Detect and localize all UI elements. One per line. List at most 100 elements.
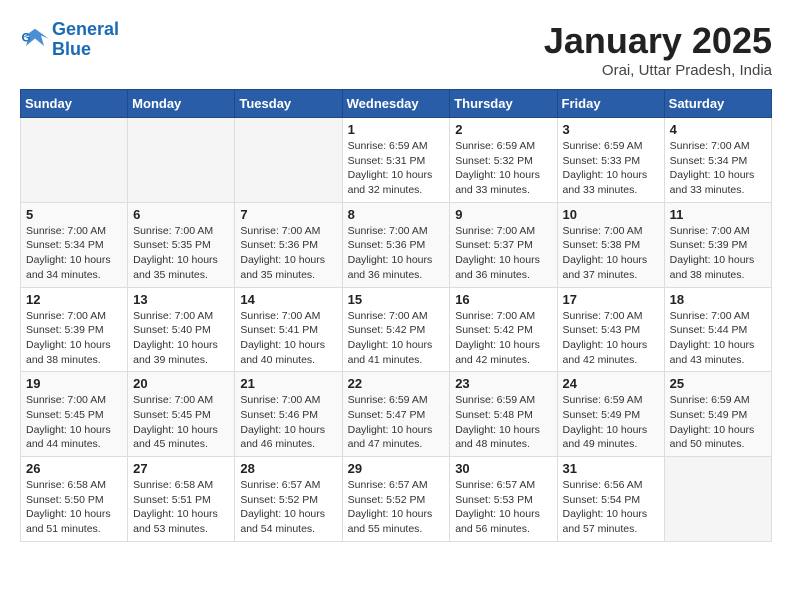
day-number: 4 <box>670 122 766 137</box>
calendar-empty-cell <box>128 118 235 203</box>
calendar-week-row: 19 Sunrise: 7:00 AM Sunset: 5:45 PM Dayli… <box>21 372 772 457</box>
day-info: Sunrise: 7:00 AM Sunset: 5:34 PM Dayligh… <box>26 224 122 283</box>
calendar-week-row: 5 Sunrise: 7:00 AM Sunset: 5:34 PM Daylig… <box>21 202 772 287</box>
day-info: Sunrise: 6:57 AM Sunset: 5:52 PM Dayligh… <box>240 478 336 537</box>
day-info: Sunrise: 6:59 AM Sunset: 5:32 PM Dayligh… <box>455 139 551 198</box>
calendar-day-2: 2 Sunrise: 6:59 AM Sunset: 5:32 PM Daylig… <box>450 118 557 203</box>
calendar-day-4: 4 Sunrise: 7:00 AM Sunset: 5:34 PM Daylig… <box>664 118 771 203</box>
day-info: Sunrise: 6:56 AM Sunset: 5:54 PM Dayligh… <box>563 478 659 537</box>
day-number: 26 <box>26 461 122 476</box>
calendar-day-25: 25Sunrise: 6:59 AM Sunset: 5:49 PM Dayli… <box>664 372 771 457</box>
day-info: Sunrise: 7:00 AM Sunset: 5:34 PM Dayligh… <box>670 139 766 198</box>
day-number: 12 <box>26 292 122 307</box>
calendar-table: SundayMondayTuesdayWednesdayThursdayFrid… <box>20 89 772 542</box>
calendar-day-21: 21 Sunrise: 7:00 AM Sunset: 5:46 PM Dayli… <box>235 372 342 457</box>
day-info: Sunrise: 7:00 AM Sunset: 5:46 PM Dayligh… <box>240 393 336 452</box>
day-info: Sunrise: 7:00 AM Sunset: 5:42 PM Dayligh… <box>455 309 551 368</box>
calendar-week-row: 1Sunrise: 6:59 AM Sunset: 5:31 PM Daylig… <box>21 118 772 203</box>
calendar-day-6: 6Sunrise: 7:00 AM Sunset: 5:35 PM Daylig… <box>128 202 235 287</box>
day-number: 8 <box>348 207 445 222</box>
calendar-day-23: 23Sunrise: 6:59 AM Sunset: 5:48 PM Dayli… <box>450 372 557 457</box>
calendar-day-15: 15 Sunrise: 7:00 AM Sunset: 5:42 PM Dayli… <box>342 287 450 372</box>
calendar-day-31: 31 Sunrise: 6:56 AM Sunset: 5:54 PM Dayli… <box>557 457 664 542</box>
weekday-header-monday: Monday <box>128 90 235 118</box>
logo-line2: Blue <box>52 39 91 59</box>
calendar-empty-cell <box>664 457 771 542</box>
day-number: 15 <box>348 292 445 307</box>
month-title: January 2025 <box>544 20 772 62</box>
calendar-day-10: 10 Sunrise: 7:00 AM Sunset: 5:38 PM Dayli… <box>557 202 664 287</box>
calendar-day-13: 13Sunrise: 7:00 AM Sunset: 5:40 PM Dayli… <box>128 287 235 372</box>
day-info: Sunrise: 7:00 AM Sunset: 5:45 PM Dayligh… <box>133 393 229 452</box>
day-number: 14 <box>240 292 336 307</box>
day-number: 30 <box>455 461 551 476</box>
calendar-week-row: 26Sunrise: 6:58 AM Sunset: 5:50 PM Dayli… <box>21 457 772 542</box>
day-info: Sunrise: 6:59 AM Sunset: 5:33 PM Dayligh… <box>563 139 659 198</box>
calendar-day-1: 1Sunrise: 6:59 AM Sunset: 5:31 PM Daylig… <box>342 118 450 203</box>
weekday-header-row: SundayMondayTuesdayWednesdayThursdayFrid… <box>21 90 772 118</box>
day-number: 2 <box>455 122 551 137</box>
day-info: Sunrise: 7:00 AM Sunset: 5:43 PM Dayligh… <box>563 309 659 368</box>
day-number: 24 <box>563 376 659 391</box>
day-number: 1 <box>348 122 445 137</box>
logo-text: General Blue <box>52 20 119 60</box>
day-number: 29 <box>348 461 445 476</box>
day-info: Sunrise: 7:00 AM Sunset: 5:39 PM Dayligh… <box>670 224 766 283</box>
logo-icon: G <box>20 25 50 55</box>
calendar-empty-cell <box>21 118 128 203</box>
calendar-day-26: 26Sunrise: 6:58 AM Sunset: 5:50 PM Dayli… <box>21 457 128 542</box>
day-info: Sunrise: 7:00 AM Sunset: 5:45 PM Dayligh… <box>26 393 122 452</box>
day-info: Sunrise: 7:00 AM Sunset: 5:37 PM Dayligh… <box>455 224 551 283</box>
calendar-day-27: 27 Sunrise: 6:58 AM Sunset: 5:51 PM Dayli… <box>128 457 235 542</box>
day-info: Sunrise: 7:00 AM Sunset: 5:42 PM Dayligh… <box>348 309 445 368</box>
day-info: Sunrise: 7:00 AM Sunset: 5:36 PM Dayligh… <box>348 224 445 283</box>
calendar-day-11: 11 Sunrise: 7:00 AM Sunset: 5:39 PM Dayli… <box>664 202 771 287</box>
day-info: Sunrise: 6:59 AM Sunset: 5:48 PM Dayligh… <box>455 393 551 452</box>
location: Orai, Uttar Pradesh, India <box>544 62 772 79</box>
day-info: Sunrise: 6:59 AM Sunset: 5:49 PM Dayligh… <box>563 393 659 452</box>
day-info: Sunrise: 6:57 AM Sunset: 5:52 PM Dayligh… <box>348 478 445 537</box>
calendar-day-24: 24 Sunrise: 6:59 AM Sunset: 5:49 PM Dayli… <box>557 372 664 457</box>
calendar-day-14: 14Sunrise: 7:00 AM Sunset: 5:41 PM Dayli… <box>235 287 342 372</box>
day-number: 7 <box>240 207 336 222</box>
calendar-day-29: 29 Sunrise: 6:57 AM Sunset: 5:52 PM Dayli… <box>342 457 450 542</box>
calendar-day-28: 28 Sunrise: 6:57 AM Sunset: 5:52 PM Dayli… <box>235 457 342 542</box>
day-number: 20 <box>133 376 229 391</box>
day-number: 27 <box>133 461 229 476</box>
day-number: 17 <box>563 292 659 307</box>
day-number: 5 <box>26 207 122 222</box>
calendar-day-18: 18 Sunrise: 7:00 AM Sunset: 5:44 PM Dayli… <box>664 287 771 372</box>
weekday-header-wednesday: Wednesday <box>342 90 450 118</box>
weekday-header-tuesday: Tuesday <box>235 90 342 118</box>
calendar-day-19: 19 Sunrise: 7:00 AM Sunset: 5:45 PM Dayli… <box>21 372 128 457</box>
calendar-empty-cell <box>235 118 342 203</box>
day-number: 28 <box>240 461 336 476</box>
day-number: 22 <box>348 376 445 391</box>
calendar-day-7: 7Sunrise: 7:00 AM Sunset: 5:36 PM Daylig… <box>235 202 342 287</box>
calendar-week-row: 12Sunrise: 7:00 AM Sunset: 5:39 PM Dayli… <box>21 287 772 372</box>
day-number: 3 <box>563 122 659 137</box>
weekday-header-thursday: Thursday <box>450 90 557 118</box>
calendar-day-9: 9 Sunrise: 7:00 AM Sunset: 5:37 PM Daylig… <box>450 202 557 287</box>
day-number: 18 <box>670 292 766 307</box>
day-number: 9 <box>455 207 551 222</box>
day-info: Sunrise: 6:59 AM Sunset: 5:47 PM Dayligh… <box>348 393 445 452</box>
calendar-day-17: 17 Sunrise: 7:00 AM Sunset: 5:43 PM Dayli… <box>557 287 664 372</box>
title-block: January 2025 Orai, Uttar Pradesh, India <box>544 20 772 79</box>
day-info: Sunrise: 6:59 AM Sunset: 5:49 PM Dayligh… <box>670 393 766 452</box>
calendar-day-3: 3 Sunrise: 6:59 AM Sunset: 5:33 PM Daylig… <box>557 118 664 203</box>
calendar-day-12: 12Sunrise: 7:00 AM Sunset: 5:39 PM Dayli… <box>21 287 128 372</box>
calendar-day-8: 8 Sunrise: 7:00 AM Sunset: 5:36 PM Daylig… <box>342 202 450 287</box>
day-info: Sunrise: 7:00 AM Sunset: 5:38 PM Dayligh… <box>563 224 659 283</box>
day-number: 21 <box>240 376 336 391</box>
day-number: 31 <box>563 461 659 476</box>
calendar-day-16: 16Sunrise: 7:00 AM Sunset: 5:42 PM Dayli… <box>450 287 557 372</box>
page-header: G General Blue January 2025 Orai, Uttar … <box>20 20 772 79</box>
day-number: 19 <box>26 376 122 391</box>
day-number: 10 <box>563 207 659 222</box>
day-number: 11 <box>670 207 766 222</box>
day-info: Sunrise: 6:58 AM Sunset: 5:51 PM Dayligh… <box>133 478 229 537</box>
calendar-day-5: 5 Sunrise: 7:00 AM Sunset: 5:34 PM Daylig… <box>21 202 128 287</box>
calendar-day-30: 30Sunrise: 6:57 AM Sunset: 5:53 PM Dayli… <box>450 457 557 542</box>
day-info: Sunrise: 7:00 AM Sunset: 5:44 PM Dayligh… <box>670 309 766 368</box>
